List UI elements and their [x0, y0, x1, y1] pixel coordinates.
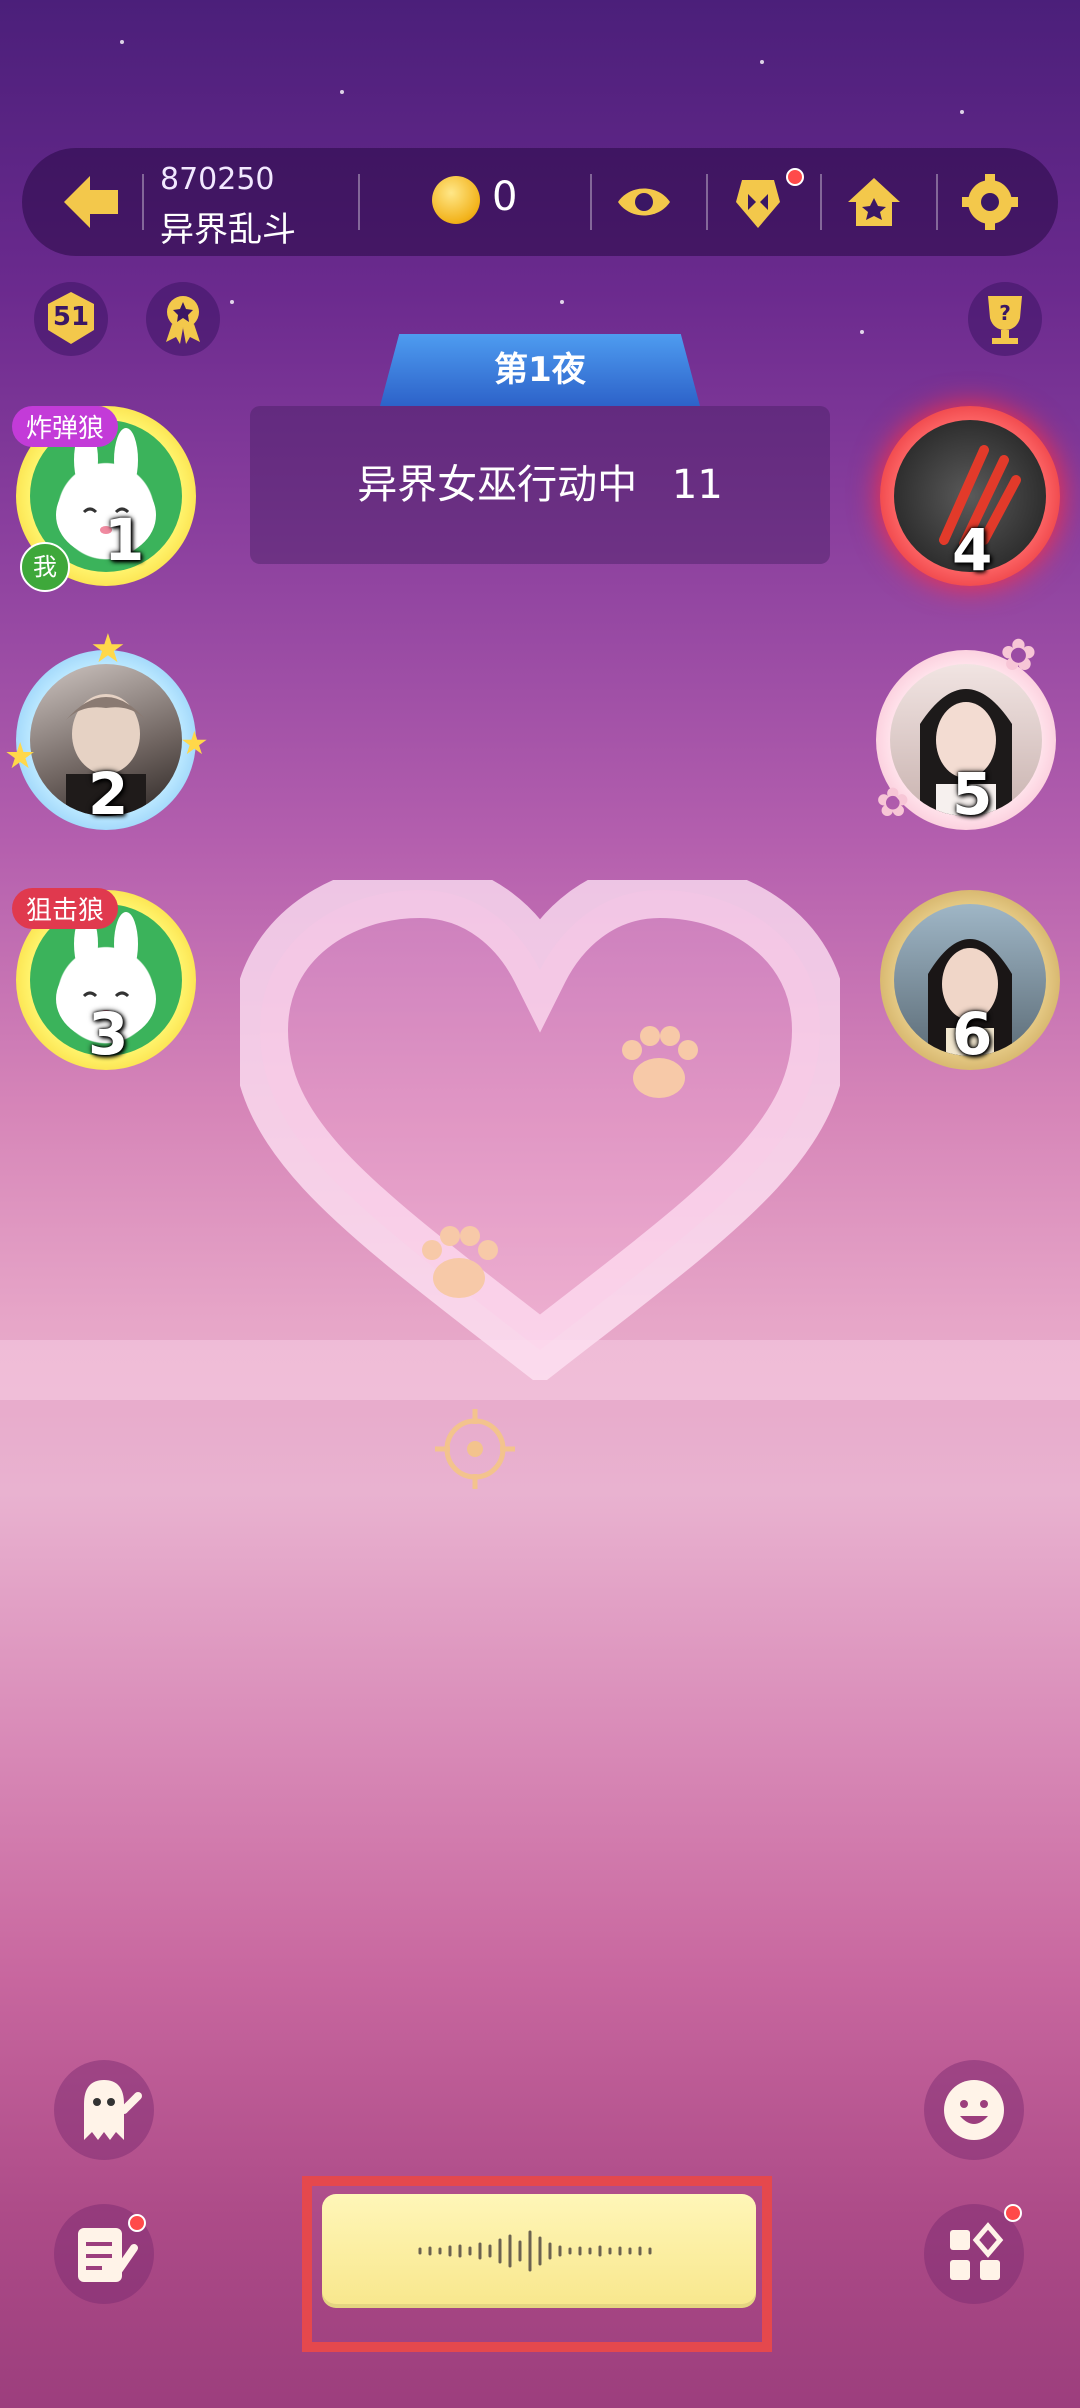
- role-tag: 炸弹狼: [12, 406, 119, 447]
- svg-text:?: ?: [999, 301, 1011, 325]
- divider: [358, 174, 360, 230]
- level-number: 51: [52, 302, 90, 332]
- divider: [142, 174, 144, 230]
- top-bar: 870250 异界乱斗 0: [22, 148, 1058, 256]
- level-badge[interactable]: 51: [34, 282, 108, 356]
- emoji-button[interactable]: [924, 2060, 1024, 2160]
- notification-dot: [1004, 2204, 1022, 2222]
- star-decoration: [960, 110, 964, 114]
- voice-hold-button[interactable]: [322, 2194, 756, 2308]
- seat-number: 6: [952, 1000, 993, 1068]
- stage-platform: [0, 1340, 1080, 1400]
- room-id: 870250: [160, 162, 275, 197]
- seat-number: 5: [952, 760, 993, 828]
- eye-icon[interactable]: [614, 172, 674, 232]
- rose-decoration-icon: ✿: [1000, 630, 1037, 681]
- wolf-card-icon[interactable]: [728, 172, 788, 232]
- status-text: 异界女巫行动中: [357, 462, 638, 508]
- heart-arch-decoration: [240, 880, 840, 1380]
- seat-number: 1: [104, 506, 145, 574]
- star-decoration: [560, 300, 564, 304]
- coin-icon: [432, 176, 480, 224]
- star-decoration: [760, 60, 764, 64]
- role-tag: 狙击狼: [12, 888, 119, 929]
- trophy-icon: ?: [988, 296, 1022, 344]
- player-seat-2[interactable]: 2: [16, 650, 196, 830]
- notification-dot: [128, 2214, 146, 2232]
- seat-number: 2: [88, 760, 129, 828]
- star-decoration-icon: ★: [180, 724, 209, 762]
- ghost-wave-icon: [84, 2080, 142, 2140]
- divider: [936, 174, 938, 230]
- coin-count: 0: [492, 174, 518, 220]
- emote-ghost-button[interactable]: [54, 2060, 154, 2160]
- gear-icon[interactable]: [960, 172, 1020, 232]
- star-decoration: [860, 330, 864, 334]
- smiley-icon: [944, 2080, 1004, 2140]
- paw-print-icon: [622, 1026, 698, 1098]
- seat-number: 4: [952, 516, 993, 584]
- status-box: 异界女巫行动中 11: [250, 406, 830, 564]
- achievement-button[interactable]: [146, 282, 220, 356]
- rose-decoration-icon: ✿: [876, 780, 910, 826]
- room-name: 异界乱斗: [160, 210, 296, 250]
- home-icon[interactable]: [844, 172, 904, 232]
- paw-print-icon: [422, 1226, 498, 1298]
- star-decoration-icon: ★: [4, 736, 37, 777]
- player-seat-4[interactable]: 4: [880, 406, 1060, 586]
- medal-icon: [166, 296, 200, 344]
- notification-dot: [786, 168, 804, 186]
- star-decoration: [120, 40, 124, 44]
- trophy-button[interactable]: ?: [968, 282, 1042, 356]
- seat-number: 3: [88, 1000, 129, 1068]
- star-decoration: [230, 300, 234, 304]
- divider: [820, 174, 822, 230]
- divider: [590, 174, 592, 230]
- player-seat-6[interactable]: 6: [880, 890, 1060, 1070]
- voice-waveform-icon: [418, 2230, 652, 2272]
- night-tab: 第1夜: [380, 334, 700, 406]
- back-arrow-icon[interactable]: [60, 170, 124, 234]
- crosshair-icon: [435, 1409, 515, 1489]
- me-badge: 我: [20, 542, 70, 592]
- countdown: 11: [671, 462, 723, 508]
- star-decoration: [340, 90, 344, 94]
- star-decoration-icon: ★: [90, 626, 126, 672]
- divider: [706, 174, 708, 230]
